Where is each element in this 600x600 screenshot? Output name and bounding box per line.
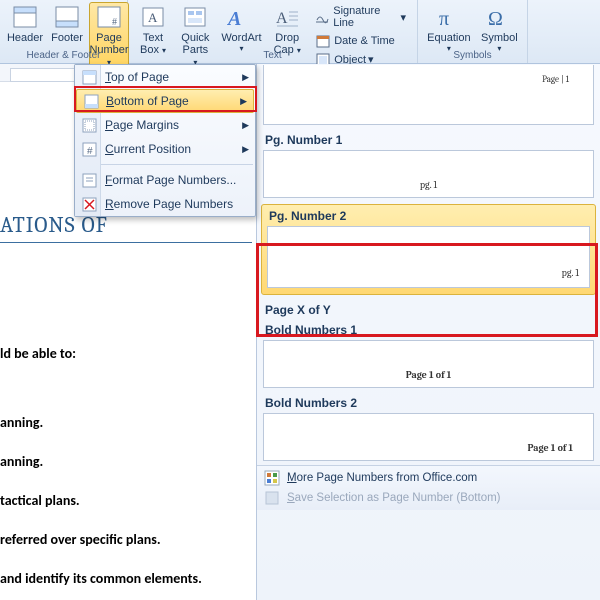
gallery-title: Bold Numbers 2: [263, 392, 594, 412]
page-margins-icon: [81, 117, 97, 133]
gallery-item-bold-1[interactable]: Bold Numbers 1 Page 1 of 1: [257, 319, 600, 392]
wordart-label: WordArt: [221, 32, 261, 44]
save-selection-as-page-number: Save Selection as Page Number (Bottom): [257, 488, 600, 508]
page-number-submenu: Top of Page ▶ Bottom of Page ▶ Page Marg…: [74, 64, 256, 217]
doc-line: and identify its common elements.: [0, 570, 252, 587]
signature-icon: [315, 10, 329, 25]
date-time-icon: [315, 33, 330, 48]
header-icon: [11, 4, 39, 30]
doc-line: anning.: [0, 453, 252, 470]
svg-text:Ω: Ω: [488, 8, 503, 29]
header-label: Header: [7, 32, 43, 44]
symbol-button[interactable]: Ω Symbol ▾: [477, 2, 522, 55]
equation-icon: π: [435, 4, 463, 30]
equation-label: Equation: [427, 32, 470, 44]
footer-icon: [53, 4, 81, 30]
preview-label: pg. 1: [420, 179, 437, 191]
equation-button[interactable]: π Equation ▾: [423, 2, 475, 55]
doc-line: ld be able to:: [0, 345, 252, 362]
svg-text:A: A: [276, 10, 288, 27]
bottom-of-page-icon: [83, 93, 99, 109]
gallery-title: Bold Numbers 1: [263, 319, 594, 339]
text-box-icon: A: [139, 4, 167, 30]
doc-line: tactical plans.: [0, 492, 252, 509]
group-label-header-footer: Header & Footer: [0, 49, 127, 62]
group-label-symbols: Symbols: [418, 49, 527, 62]
format-numbers-icon: [81, 172, 97, 188]
wordart-button[interactable]: A WordArt ▾: [218, 2, 266, 55]
top-of-page-icon: [81, 69, 97, 85]
ribbon: Header Footer # PageNumber ▾ Header & Fo…: [0, 0, 600, 64]
gallery-item-bold-2[interactable]: Bold Numbers 2 Page 1 of 1: [257, 392, 600, 465]
svg-text:A: A: [148, 10, 158, 25]
menu-current-position[interactable]: # Current Position ▶: [75, 137, 255, 161]
page-number-icon: #: [95, 4, 123, 30]
chevron-right-icon: ▶: [240, 96, 247, 107]
date-time-button[interactable]: Date & Time: [311, 31, 410, 50]
gallery-section-page-x-of-y: Page X of Y: [257, 297, 600, 319]
more-page-numbers[interactable]: More Page Numbers from Office.com: [257, 468, 600, 488]
gallery-item-pg-number-2[interactable]: Pg. Number 2 pg. 1: [261, 204, 596, 295]
chevron-right-icon: ▶: [242, 120, 249, 131]
preview-label: Page 1 of 1: [406, 369, 451, 381]
svg-text:π: π: [439, 8, 449, 29]
menu-remove-page-numbers[interactable]: Remove Page Numbers: [75, 192, 255, 216]
gallery-item-pg-number-1[interactable]: Pg. Number 1 pg. 1: [257, 129, 600, 202]
menu-top-of-page[interactable]: Top of Page ▶: [75, 65, 255, 89]
svg-text:A: A: [227, 8, 241, 29]
symbol-label: Symbol: [481, 32, 518, 44]
svg-text:#: #: [112, 17, 117, 28]
menu-page-margins[interactable]: Page Margins ▶: [75, 113, 255, 137]
chevron-right-icon: ▶: [242, 144, 249, 155]
signature-line-button[interactable]: Signature Line ▾: [311, 3, 410, 31]
preview-page-tag: Page | 1: [542, 75, 569, 85]
header-button[interactable]: Header: [5, 2, 45, 46]
gallery-title: Pg. Number 2: [267, 205, 590, 225]
office-icon: [264, 470, 280, 486]
group-label-text: Text: [128, 49, 417, 62]
drop-cap-icon: A: [273, 4, 301, 30]
chevron-right-icon: ▶: [242, 72, 249, 83]
save-icon: [264, 490, 280, 506]
doc-line: referred over specific plans.: [0, 531, 252, 548]
gallery-title: Pg. Number 1: [263, 129, 594, 149]
doc-line: anning.: [0, 414, 252, 431]
current-position-icon: #: [81, 141, 97, 157]
footer-button[interactable]: Footer: [47, 2, 87, 46]
menu-format-page-numbers[interactable]: Format Page Numbers...: [75, 168, 255, 192]
footer-label: Footer: [51, 32, 83, 44]
page-number-gallery: Page | 1 Pg. Number 1 pg. 1 Pg. Number 2…: [256, 64, 600, 600]
preview-label: pg. 1: [562, 267, 579, 279]
quick-parts-icon: [181, 4, 209, 30]
preview-label: Page 1 of 1: [528, 442, 573, 454]
symbol-icon: Ω: [485, 4, 513, 30]
remove-numbers-icon: [81, 196, 97, 212]
svg-text:#: #: [87, 146, 93, 157]
wordart-icon: A: [227, 4, 255, 30]
menu-bottom-of-page[interactable]: Bottom of Page ▶: [76, 89, 254, 113]
